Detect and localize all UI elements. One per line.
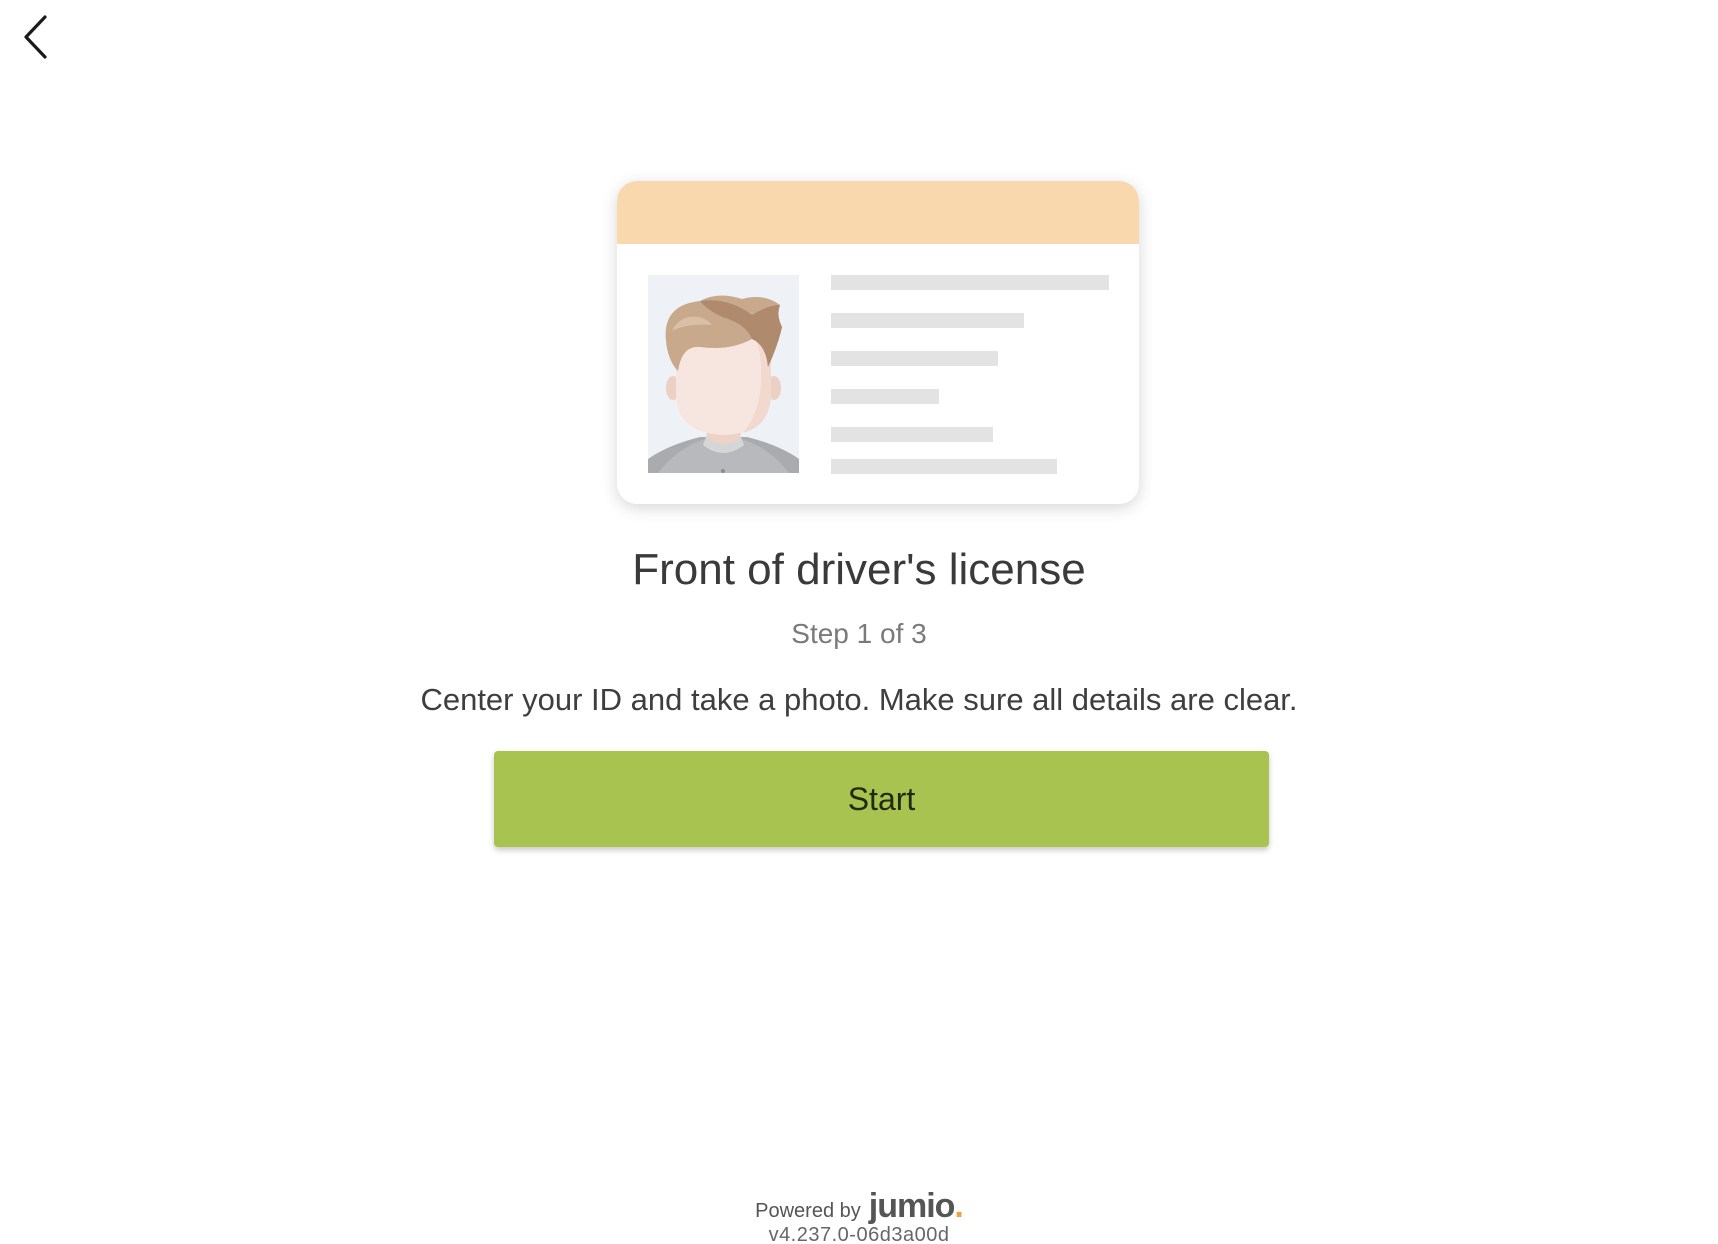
id-text-line [831,459,1057,474]
step-indicator: Step 1 of 3 [791,618,927,649]
jumio-logo: jumio. [868,1186,964,1226]
id-card-header [617,181,1139,244]
chevron-left-icon [24,15,47,59]
person-avatar-icon [648,295,799,473]
id-text-line [831,275,1109,290]
instructions-text: Center your ID and take a photo. Make su… [420,682,1298,717]
id-text-line [831,389,939,404]
id-photo [648,275,799,473]
start-button[interactable]: Start [494,751,1269,847]
version-label: v4.237.0-06d3a00d [768,1224,950,1244]
id-text-line [831,351,998,366]
id-text-line [831,313,1024,328]
id-card-illustration [617,181,1139,504]
page: Front of driver's license Step 1 of 3 Ce… [0,0,1718,1244]
jumio-logo-text: jumio [868,1187,956,1225]
id-text-line [831,427,993,442]
jumio-logo-dot: . [954,1187,964,1225]
back-button[interactable] [14,12,58,62]
page-title: Front of driver's license [632,545,1086,594]
